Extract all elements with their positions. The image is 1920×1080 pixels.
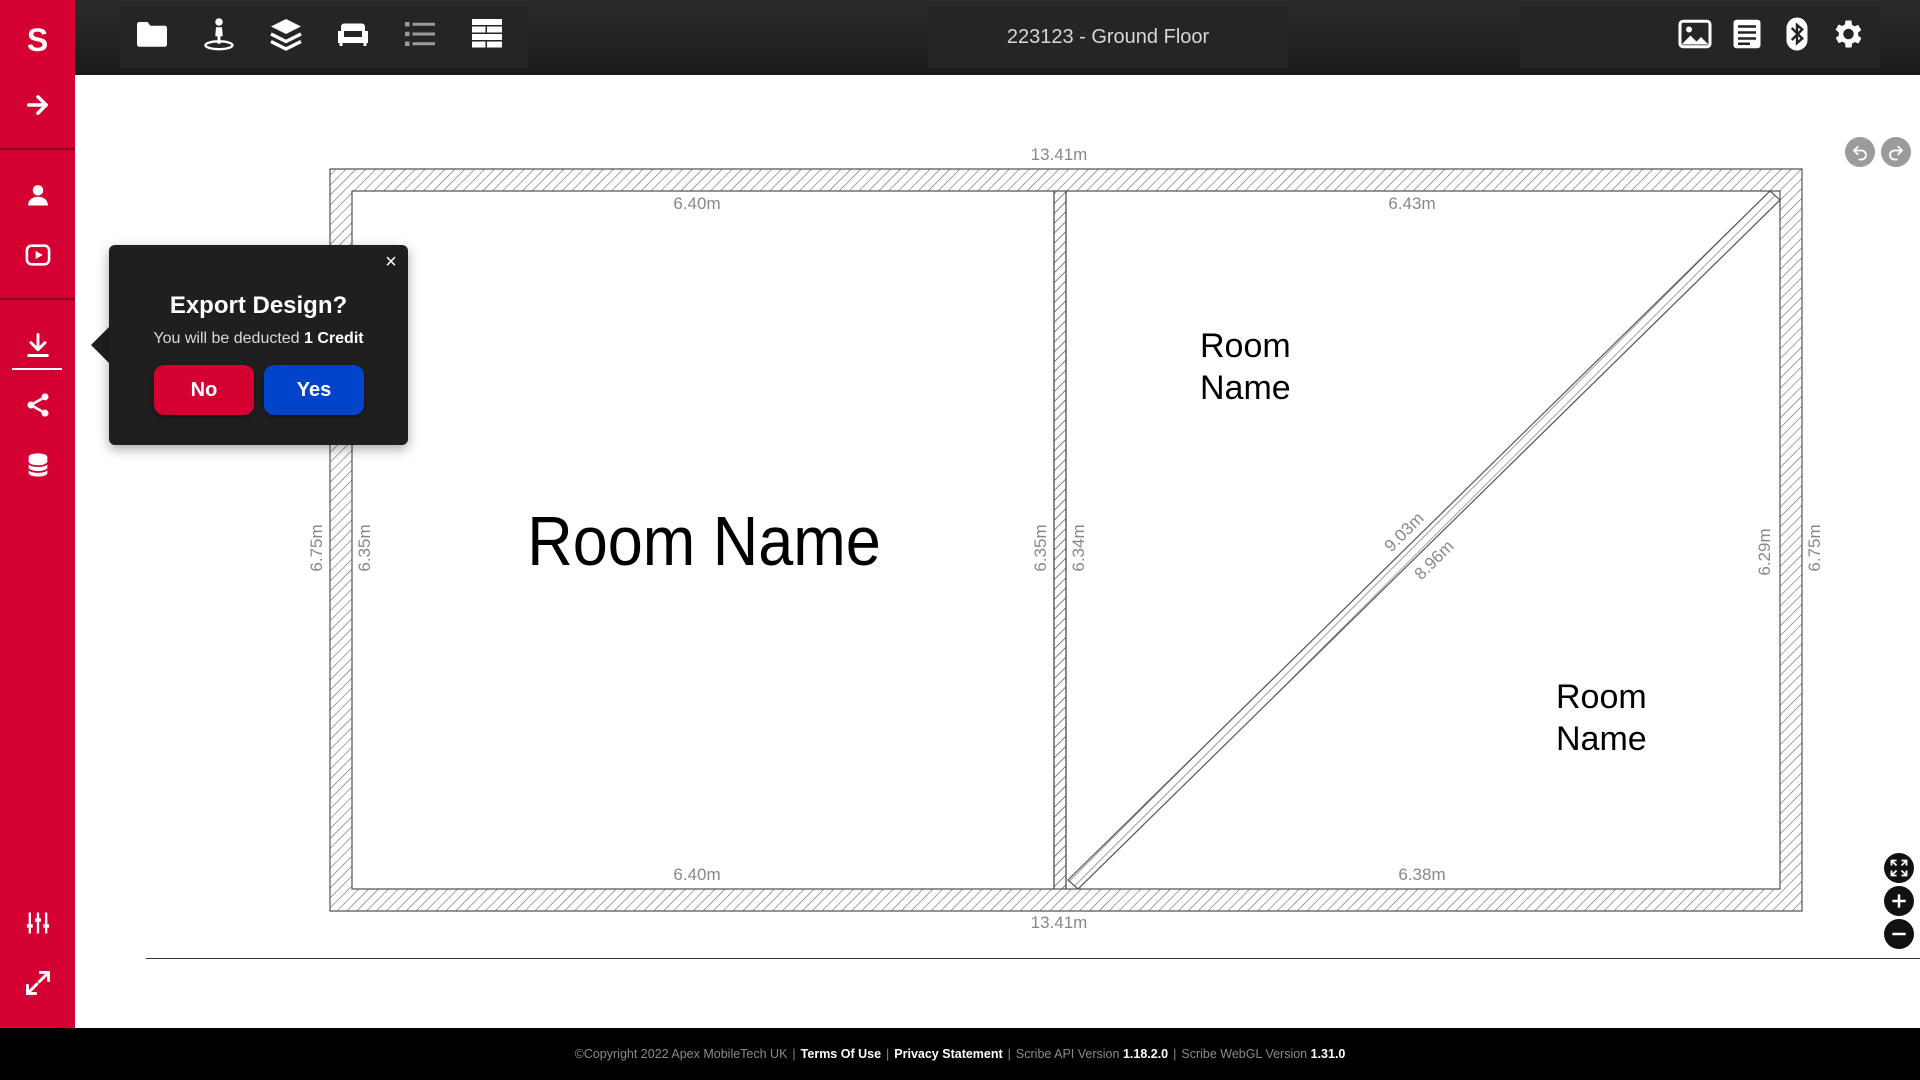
- arrow-right-icon: [26, 95, 48, 115]
- settings-button[interactable]: [1827, 14, 1867, 54]
- layers-button[interactable]: [266, 14, 306, 54]
- no-button[interactable]: No: [154, 365, 254, 415]
- measure-left-room-top: 6.40m: [673, 194, 720, 213]
- sidebar-divider: [0, 298, 75, 300]
- bluetooth-icon: [1786, 17, 1808, 51]
- video-tutorial-button[interactable]: [0, 225, 75, 285]
- diagonal-wall[interactable]: [1067, 190, 1781, 890]
- zoom-in-button[interactable]: [1884, 886, 1914, 916]
- list-button[interactable]: [400, 14, 440, 54]
- measure-outer-top: 13.41m: [1031, 145, 1088, 164]
- user-icon: [27, 185, 48, 206]
- api-version: 1.18.2.0: [1122, 1047, 1169, 1061]
- partition-wall[interactable]: [1053, 190, 1067, 890]
- settings-sliders-button[interactable]: [0, 893, 75, 953]
- position-button[interactable]: [199, 14, 239, 54]
- copyright-text: ©Copyright 2022 Apex MobileTech UK: [574, 1047, 788, 1061]
- separator: |: [1007, 1047, 1011, 1061]
- sidebar: S: [0, 0, 75, 1028]
- undo-icon: [1852, 145, 1867, 161]
- collapse-sidebar-button[interactable]: [0, 75, 75, 135]
- measure-right-room-bottom: 6.38m: [1398, 865, 1445, 884]
- webgl-version-label: Scribe WebGL Version: [1181, 1047, 1308, 1061]
- logo-text: S: [26, 21, 49, 58]
- expand-icon: [25, 971, 50, 995]
- sliders-icon: [26, 912, 49, 934]
- measure-outer-bottom: 13.41m: [1031, 913, 1088, 932]
- database-button[interactable]: [0, 435, 75, 495]
- notes-button[interactable]: [1727, 14, 1767, 54]
- fullscreen-button[interactable]: [0, 953, 75, 1013]
- terms-link[interactable]: Terms Of Use: [801, 1047, 881, 1061]
- separator: |: [1173, 1047, 1177, 1061]
- share-button[interactable]: [0, 375, 75, 435]
- dialog-message-text: You will be deducted: [153, 330, 300, 347]
- layers-icon: [270, 19, 302, 51]
- export-dialog: × Export Design? You will be deducted 1 …: [109, 245, 408, 445]
- measure-right-room-right: 6.29m: [1755, 528, 1774, 575]
- walls-button[interactable]: [467, 14, 507, 54]
- database-icon: [27, 453, 48, 477]
- footer: ©Copyright 2022 Apex MobileTech UK | Ter…: [0, 1028, 1920, 1080]
- download-icon: [26, 333, 49, 357]
- measure-outer-right: 6.75m: [1805, 524, 1824, 571]
- measure-left-room-bottom: 6.40m: [673, 865, 720, 884]
- api-version-label: Scribe API Version: [1015, 1047, 1120, 1061]
- image-button[interactable]: [1675, 14, 1715, 54]
- minus-icon: [1892, 932, 1906, 936]
- separator: |: [792, 1047, 796, 1061]
- wall-icon: [472, 19, 502, 48]
- furniture-button[interactable]: [333, 14, 373, 54]
- redo-icon: [1889, 145, 1904, 161]
- room-label-lower-line1[interactable]: Room: [1556, 678, 1647, 716]
- share-icon: [27, 393, 48, 417]
- redo-button[interactable]: [1881, 137, 1911, 167]
- list-icon: [405, 22, 435, 46]
- room-label-lower-line2[interactable]: Name: [1556, 720, 1647, 758]
- room-label-upper-line2[interactable]: Name: [1200, 369, 1291, 407]
- dialog-title: Export Design?: [169, 292, 348, 319]
- sofa-icon: [338, 23, 368, 46]
- bluetooth-button[interactable]: [1777, 14, 1817, 54]
- floorplan: 13.41m 13.41m 6.40m 6.40m 6.43m 6.38m 6.…: [307, 145, 1824, 932]
- measure-right-room-left: 6.34m: [1069, 524, 1088, 571]
- close-dialog-button[interactable]: ×: [380, 251, 402, 273]
- app-logo[interactable]: S: [0, 10, 75, 70]
- measure-outer-left: 6.75m: [307, 524, 326, 571]
- play-video-icon: [25, 244, 50, 266]
- separator: |: [886, 1047, 890, 1061]
- plus-icon: [1892, 894, 1906, 908]
- dialog-message: You will be deducted 1 Credit: [109, 330, 408, 348]
- yes-button[interactable]: Yes: [264, 365, 364, 415]
- measure-left-room-right: 6.35m: [1031, 524, 1050, 571]
- fit-to-screen-button[interactable]: [1884, 853, 1914, 883]
- gear-icon: [1835, 20, 1862, 48]
- active-indicator: [12, 368, 62, 370]
- open-file-button[interactable]: [132, 14, 172, 54]
- account-button[interactable]: [0, 165, 75, 225]
- plan-title: 223123 - Ground Floor: [928, 6, 1288, 68]
- measure-left-room-left: 6.35m: [355, 524, 374, 571]
- sidebar-divider: [0, 148, 75, 150]
- measure-right-room-top: 6.43m: [1388, 194, 1435, 213]
- person-pin-icon: [204, 18, 234, 51]
- room-label-upper-line1[interactable]: Room: [1200, 327, 1291, 365]
- folder-icon: [137, 22, 167, 47]
- notes-icon: [1733, 19, 1761, 49]
- zoom-out-button[interactable]: [1884, 919, 1914, 949]
- image-icon: [1678, 19, 1712, 49]
- top-toolbar: 223123 - Ground Floor: [75, 0, 1920, 75]
- popup-pointer: [91, 327, 109, 363]
- canvas-baseline: [146, 958, 1920, 959]
- export-button[interactable]: [0, 315, 75, 375]
- room-label-main[interactable]: Room Name: [527, 503, 881, 581]
- dialog-credit-amount: 1 Credit: [304, 330, 364, 347]
- webgl-version: 1.31.0: [1310, 1047, 1346, 1061]
- floorplan-canvas[interactable]: 13.41m 13.41m 6.40m 6.40m 6.43m 6.38m 6.…: [75, 75, 1920, 1028]
- privacy-link[interactable]: Privacy Statement: [894, 1047, 1002, 1061]
- fit-screen-icon: [1890, 859, 1908, 877]
- undo-button[interactable]: [1845, 137, 1875, 167]
